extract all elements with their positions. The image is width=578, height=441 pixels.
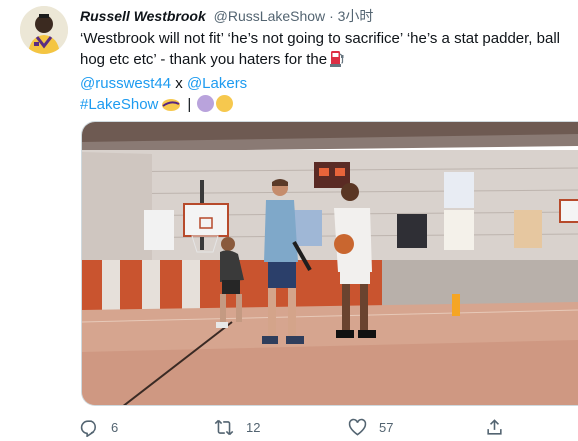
- tweet-text-line-2: hog etc etc’ - thank you haters for the: [80, 49, 570, 73]
- basketball-gym-video-frame: [82, 122, 578, 405]
- purple-circle-icon: [197, 95, 215, 112]
- mention-russwest44[interactable]: @russwest44: [80, 75, 171, 92]
- share-icon: [485, 418, 504, 437]
- like-count: 57: [379, 419, 394, 435]
- tweet-actions: 6 12 57: [80, 416, 578, 438]
- tweet-text-line-1: ‘Westbrook will not fit’ ‘he’s not going…: [80, 30, 560, 47]
- pipe-separator: |: [187, 96, 192, 113]
- mentions-line: @russwest44 x @Lakers: [80, 73, 570, 94]
- tweet-card: Russell Westbrook @RussLakeShow · 3小时 ‘W…: [0, 0, 578, 441]
- lakers-logo-icon: [161, 97, 181, 118]
- tweet-text-line-2-content: hog etc etc’ - thank you haters for the: [80, 51, 328, 68]
- avatar-image: [20, 6, 68, 54]
- yellow-circle-icon: [216, 95, 234, 112]
- retweet-count: 12: [246, 419, 261, 435]
- reply-icon: [80, 418, 99, 437]
- tweet-text: ‘Westbrook will not fit’ ‘he’s not going…: [80, 28, 570, 118]
- heart-icon: [348, 418, 367, 437]
- tweet-timestamp[interactable]: 3小时: [338, 8, 374, 24]
- mention-lakers[interactable]: @Lakers: [187, 75, 247, 92]
- share-button[interactable]: [485, 416, 504, 438]
- retweet-icon: [214, 418, 234, 437]
- user-handle[interactable]: @RussLakeShow: [214, 8, 326, 24]
- hashtag-line: #LakeShow |: [80, 94, 570, 118]
- reply-count: 6: [111, 419, 119, 435]
- separator-dot: ·: [329, 8, 334, 24]
- video-media[interactable]: [81, 121, 578, 406]
- like-button[interactable]: 57: [348, 416, 393, 438]
- mention-joiner: x: [171, 75, 187, 92]
- display-name[interactable]: Russell Westbrook: [80, 8, 206, 24]
- reply-button[interactable]: 6: [80, 416, 118, 438]
- retweet-button[interactable]: 12: [214, 416, 260, 438]
- hashtag-lakeshow[interactable]: #LakeShow: [80, 96, 158, 113]
- fuel-pump-emoji-icon: [330, 50, 344, 73]
- tweet-header: Russell Westbrook @RussLakeShow · 3小时: [80, 6, 373, 26]
- avatar[interactable]: [20, 6, 68, 54]
